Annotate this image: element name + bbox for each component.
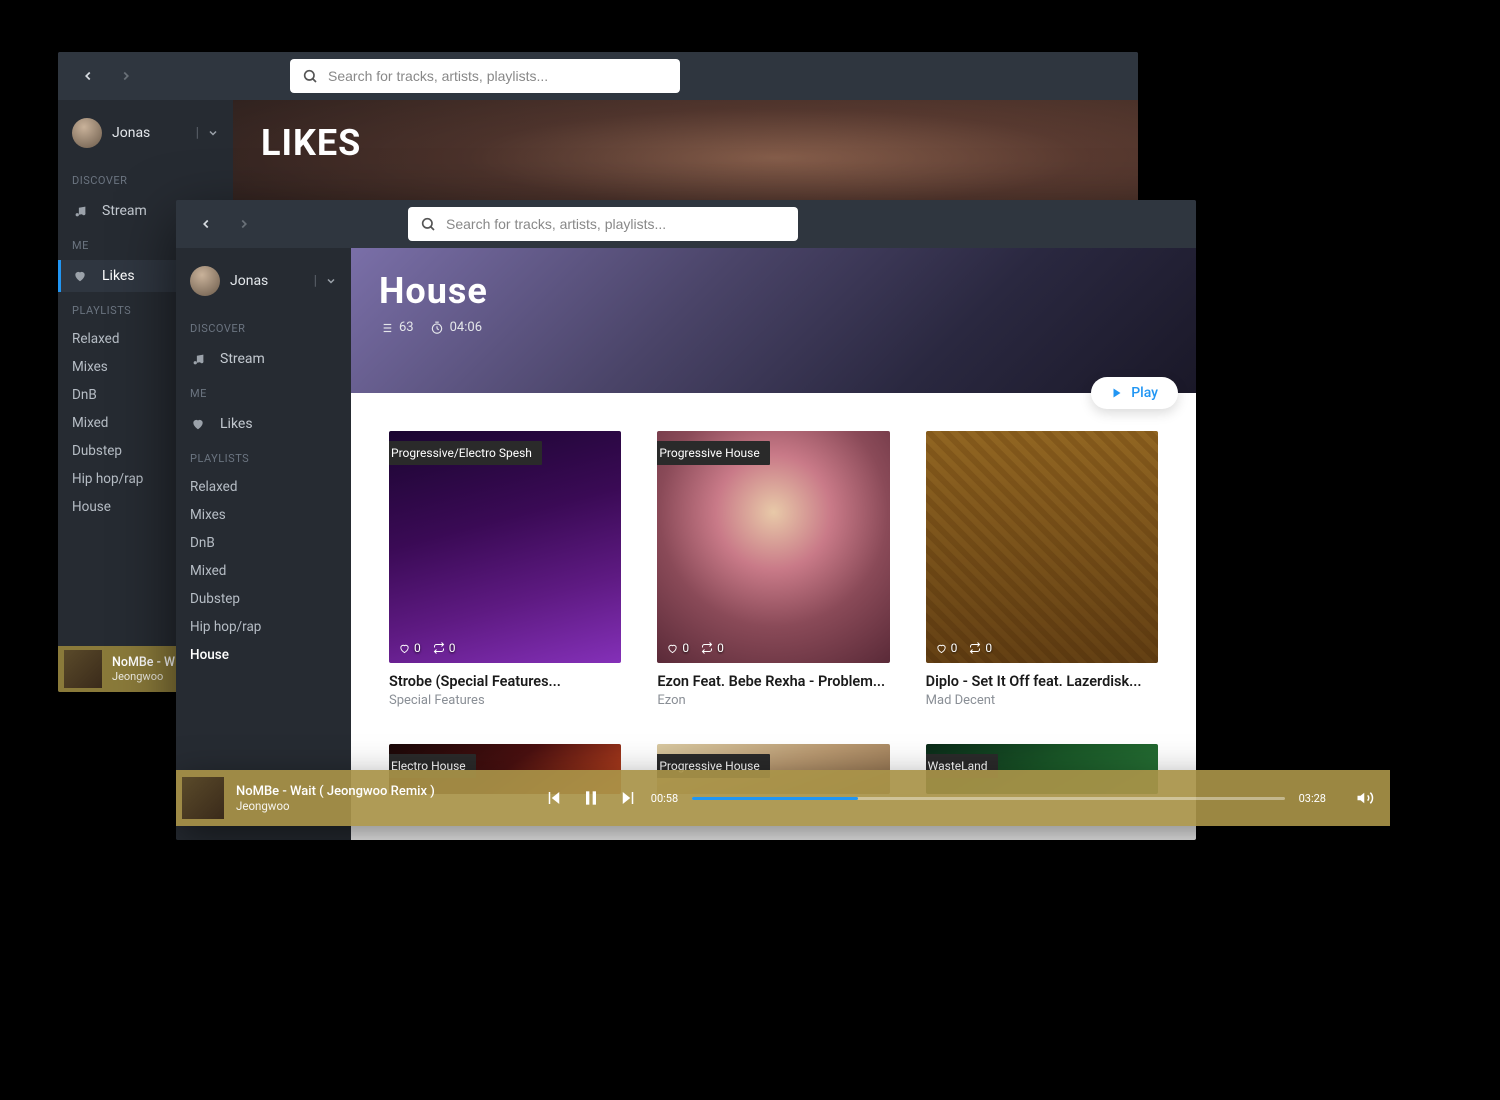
search-input[interactable] xyxy=(446,216,786,232)
track-count: 63 xyxy=(379,320,414,335)
track-title: Ezon Feat. Bebe Rexha - Problem... xyxy=(657,673,889,690)
playlist-mixes[interactable]: Mixes xyxy=(176,501,351,529)
user-name: Jonas xyxy=(112,125,150,141)
nav-likes[interactable]: Likes xyxy=(176,408,351,440)
nav-label: Stream xyxy=(102,203,147,219)
like-count: 0 xyxy=(667,641,689,655)
mini-title: NoMBe - W xyxy=(112,655,175,670)
page-title: House xyxy=(379,270,1168,312)
progress-bar[interactable] xyxy=(692,797,1284,800)
search-bar xyxy=(290,59,680,93)
next-button[interactable] xyxy=(619,789,637,807)
prev-button[interactable] xyxy=(545,789,563,807)
playlist-relaxed[interactable]: Relaxed xyxy=(176,473,351,501)
avatar xyxy=(72,118,102,148)
like-count: 0 xyxy=(399,641,421,655)
volume-button[interactable] xyxy=(1356,789,1374,807)
repost-icon xyxy=(433,642,445,654)
search-icon xyxy=(302,68,318,84)
heart-icon xyxy=(190,417,206,431)
music-note-icon xyxy=(72,205,88,218)
playlist-mixed[interactable]: Mixed xyxy=(176,557,351,585)
nav-forward-button[interactable] xyxy=(230,210,258,238)
player-bar: NoMBe - Wait ( Jeongwoo Remix ) Jeongwoo… xyxy=(176,770,1390,826)
nav-label: Likes xyxy=(102,268,135,284)
search-input[interactable] xyxy=(328,68,668,84)
skip-forward-icon xyxy=(619,789,637,807)
section-me: ME xyxy=(176,375,351,408)
heart-icon xyxy=(72,269,88,283)
track-artist: Ezon xyxy=(657,693,889,708)
music-note-icon xyxy=(190,353,206,366)
nav-label: Stream xyxy=(220,351,265,367)
genre-tag: Progressive House xyxy=(657,441,769,465)
track-artist: Special Features xyxy=(389,693,621,708)
window-house: Jonas | DISCOVER Stream ME Likes xyxy=(176,200,1196,840)
play-button[interactable]: Play xyxy=(1091,377,1178,409)
album-cover: Progressive House 0 0 xyxy=(657,431,889,663)
track-artist: Mad Decent xyxy=(926,693,1158,708)
heart-icon xyxy=(399,643,410,654)
pause-icon xyxy=(581,788,601,808)
track-title: Strobe (Special Features... xyxy=(389,673,621,690)
track-title: Diplo - Set It Off feat. Lazerdisk... xyxy=(926,673,1158,690)
playlist-dubstep[interactable]: Dubstep xyxy=(176,585,351,613)
total-time: 03:28 xyxy=(1299,792,1326,805)
duration: 04:06 xyxy=(430,320,482,335)
main-content: House 63 04:06 Play xyxy=(351,248,1196,840)
playlist-dnb[interactable]: DnB xyxy=(176,529,351,557)
search-bar xyxy=(408,207,798,241)
list-icon xyxy=(379,321,393,335)
repost-count: 0 xyxy=(433,641,456,655)
avatar xyxy=(190,266,220,296)
topbar xyxy=(176,200,1196,248)
section-discover: DISCOVER xyxy=(58,162,233,195)
topbar xyxy=(58,52,1138,100)
heart-icon xyxy=(667,643,678,654)
heart-icon xyxy=(936,643,947,654)
hero: House 63 04:06 Play xyxy=(351,248,1196,393)
repost-count: 0 xyxy=(701,641,724,655)
player-title: NoMBe - Wait ( Jeongwoo Remix ) xyxy=(236,784,435,799)
user-menu[interactable]: Jonas | xyxy=(176,262,351,310)
player-cover[interactable] xyxy=(182,777,224,819)
nav-forward-button[interactable] xyxy=(112,62,140,90)
mini-artist: Jeongwoo xyxy=(112,670,175,683)
section-playlists: PLAYLISTS xyxy=(176,440,351,473)
track-grid: Progressive/Electro Spesh 0 0 Strobe (Sp… xyxy=(351,393,1196,814)
mini-cover xyxy=(64,650,102,688)
elapsed-time: 00:58 xyxy=(651,792,678,805)
repost-count: 0 xyxy=(969,641,992,655)
play-icon xyxy=(1111,387,1123,399)
user-name: Jonas xyxy=(230,273,268,289)
genre-tag: Progressive/Electro Spesh xyxy=(389,441,542,465)
clock-icon xyxy=(430,321,444,335)
search-icon xyxy=(420,216,436,232)
pause-button[interactable] xyxy=(581,788,601,808)
user-menu[interactable]: Jonas | xyxy=(58,114,233,162)
track-card[interactable]: Progressive House 0 0 Ezon Feat. Bebe Re… xyxy=(657,431,889,708)
nav-label: Likes xyxy=(220,416,253,432)
like-count: 0 xyxy=(936,641,958,655)
album-cover: Progressive/Electro Spesh 0 0 xyxy=(389,431,621,663)
player-artist: Jeongwoo xyxy=(236,799,435,813)
repost-icon xyxy=(701,642,713,654)
playlist-hiphop[interactable]: Hip hop/rap xyxy=(176,613,351,641)
skip-back-icon xyxy=(545,789,563,807)
playlist-house[interactable]: House xyxy=(176,641,351,669)
track-card[interactable]: Progressive/Electro Spesh 0 0 Strobe (Sp… xyxy=(389,431,621,708)
sidebar: Jonas | DISCOVER Stream ME Likes xyxy=(176,248,351,840)
album-cover: 0 0 xyxy=(926,431,1158,663)
nav-stream[interactable]: Stream xyxy=(176,343,351,375)
track-card[interactable]: 0 0 Diplo - Set It Off feat. Lazerdisk..… xyxy=(926,431,1158,708)
play-label: Play xyxy=(1131,385,1158,401)
nav-back-button[interactable] xyxy=(192,210,220,238)
chevron-down-icon xyxy=(207,127,219,139)
nav-back-button[interactable] xyxy=(74,62,102,90)
repost-icon xyxy=(969,642,981,654)
chevron-down-icon xyxy=(325,275,337,287)
section-discover: DISCOVER xyxy=(176,310,351,343)
page-title: LIKES xyxy=(261,122,1110,164)
volume-icon xyxy=(1356,789,1374,807)
